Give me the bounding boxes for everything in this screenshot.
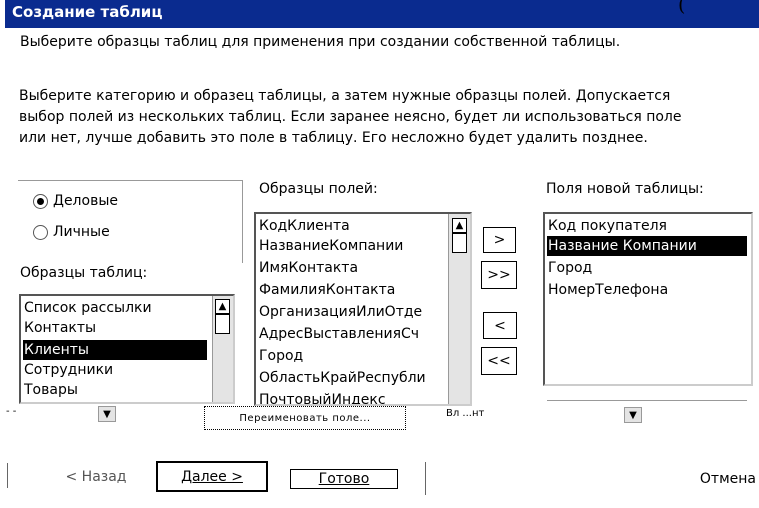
divider bbox=[425, 462, 426, 495]
radio-personal-dot[interactable] bbox=[33, 225, 48, 240]
finish-button[interactable]: Готово bbox=[290, 469, 398, 489]
sample-fields-label: Образцы полей: bbox=[259, 181, 378, 197]
sample-tables-scrollbar[interactable]: ▲ bbox=[212, 296, 233, 402]
list-item-selected[interactable]: Клиенты bbox=[23, 340, 207, 360]
radio-business[interactable]: Деловые bbox=[33, 191, 173, 211]
back-button-label: < Назад bbox=[65, 469, 127, 485]
list-item[interactable]: КодКлиента bbox=[258, 216, 352, 236]
list-item[interactable]: Список рассылки bbox=[23, 298, 154, 318]
list-item[interactable]: ИмяКонтакта bbox=[258, 258, 360, 278]
list-item[interactable]: ОбластьКрайРеспубли bbox=[258, 368, 428, 388]
instruction-line-1: Выберите категорию и образец таблицы, а … bbox=[19, 88, 671, 104]
list-item[interactable]: Город bbox=[547, 258, 594, 278]
divider bbox=[7, 463, 8, 488]
list-item[interactable]: АдресВыставленияСч bbox=[258, 324, 421, 344]
rename-field-button[interactable]: Переименовать поле... bbox=[204, 406, 406, 430]
dialog-title: Создание таблиц bbox=[12, 3, 163, 21]
new-table-fields-list[interactable]: Код покупателя Название Компании Город Н… bbox=[543, 212, 753, 386]
scroll-up-icon[interactable]: ▲ bbox=[215, 299, 230, 314]
remove-field-button[interactable]: < bbox=[483, 312, 517, 339]
list-item[interactable]: ПочтовыйИндекс bbox=[258, 390, 388, 404]
sample-tables-label: Образцы таблиц: bbox=[20, 265, 148, 281]
scroll-thumb[interactable] bbox=[215, 314, 230, 334]
sample-fields-scrollbar[interactable]: ▲ bbox=[448, 214, 470, 404]
add-all-fields-button[interactable]: >> bbox=[481, 261, 517, 289]
radio-business-dot[interactable] bbox=[33, 194, 48, 209]
radio-business-label: Деловые bbox=[53, 193, 118, 209]
sample-tables-list[interactable]: Список рассылки Контакты Клиенты Сотрудн… bbox=[19, 294, 235, 404]
add-field-button[interactable]: > bbox=[483, 227, 516, 253]
new-table-fields-label: Поля новой таблицы: bbox=[546, 181, 704, 197]
scroll-up-icon[interactable]: ▲ bbox=[452, 218, 467, 233]
list-item[interactable]: Сотрудники bbox=[23, 360, 115, 380]
list-item-selected[interactable]: Название Компании bbox=[547, 236, 747, 256]
chevron-down-icon[interactable]: ▼ bbox=[624, 407, 642, 423]
next-button[interactable]: Далее > bbox=[156, 461, 268, 492]
corner-glyph: ( bbox=[678, 0, 686, 16]
right-combo-text: Вл ...нт bbox=[446, 408, 485, 419]
finish-button-label: Готово bbox=[318, 471, 370, 487]
list-item[interactable]: Товары bbox=[23, 380, 80, 400]
left-combo-text: - - bbox=[6, 406, 17, 417]
instruction-line-2: выбор полей из нескольких таблиц. Если з… bbox=[19, 109, 682, 125]
radio-personal[interactable]: Личные bbox=[33, 222, 173, 242]
list-item[interactable]: Код покупателя bbox=[547, 216, 669, 236]
back-button: < Назад bbox=[48, 465, 144, 489]
list-item[interactable]: Город bbox=[258, 346, 305, 366]
remove-all-fields-button[interactable]: << bbox=[481, 347, 517, 375]
left-combo[interactable]: - - ▼ bbox=[0, 402, 135, 426]
radio-personal-label: Личные bbox=[53, 224, 110, 240]
list-item[interactable]: НомерТелефона bbox=[547, 280, 670, 300]
list-item[interactable]: НазваниеКомпании bbox=[258, 236, 405, 256]
instruction-line-3: или нет, лучше добавить это поле в табли… bbox=[19, 130, 648, 146]
next-button-label: Далее > bbox=[181, 468, 243, 485]
cancel-button-label: Отмена bbox=[699, 471, 756, 487]
list-item[interactable]: Контакты bbox=[23, 318, 98, 338]
scroll-thumb[interactable] bbox=[452, 233, 467, 253]
list-item[interactable]: ФамилияКонтакта bbox=[258, 280, 397, 300]
cancel-button[interactable]: Отмена bbox=[666, 469, 756, 489]
chevron-down-icon[interactable]: ▼ bbox=[98, 406, 116, 422]
divider bbox=[547, 400, 747, 401]
intro-text: Выберите образцы таблиц для применения п… bbox=[20, 34, 621, 50]
list-item[interactable]: ОрганизацияИлиОтде bbox=[258, 302, 424, 322]
sample-fields-list[interactable]: КодКлиента НазваниеКомпании ИмяКонтакта … bbox=[254, 212, 472, 406]
right-combo[interactable]: Вл ...нт ▼ bbox=[444, 404, 654, 426]
